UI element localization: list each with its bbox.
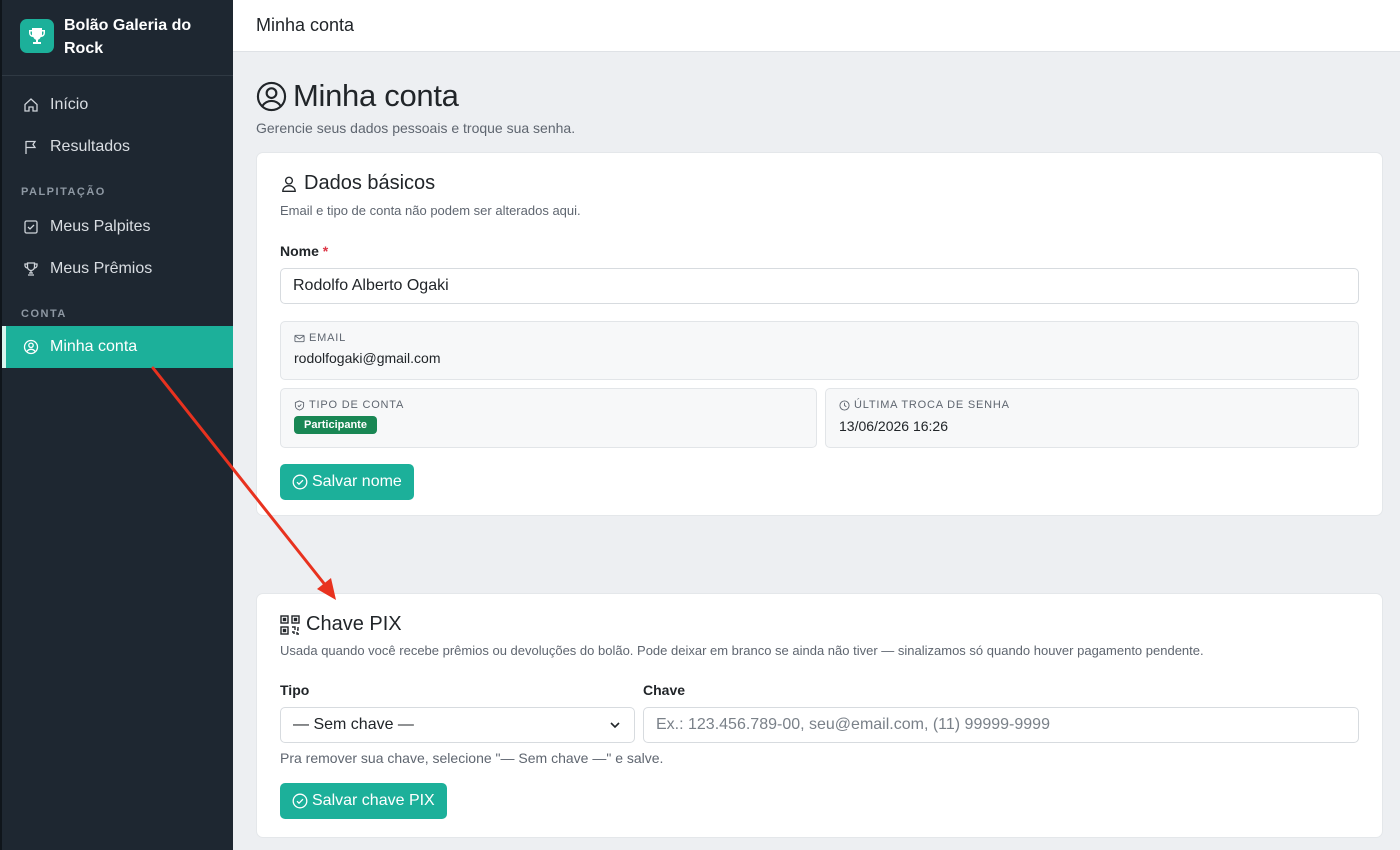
topbar: Minha conta (233, 0, 1400, 52)
account-info-row: TIPO DE CONTA Participante ÚLTIMA TROCA … (280, 388, 1359, 448)
tipo-conta-box: TIPO DE CONTA Participante (280, 388, 817, 448)
nav-section-conta: CONTA (21, 308, 67, 320)
email-label: EMAIL (294, 332, 1345, 344)
pix-help-text: Pra remover sua chave, selecione "— Sem … (280, 750, 664, 766)
sidebar-item-label: Minha conta (50, 338, 138, 355)
brand[interactable]: Bolão Galeria do Rock (2, 0, 233, 76)
trophy-icon (20, 19, 54, 53)
email-label-text: EMAIL (309, 332, 347, 344)
user-circle-icon (22, 338, 40, 356)
card-title-text: Dados básicos (304, 172, 436, 194)
save-pix-button[interactable]: Salvar chave PIX (280, 783, 447, 819)
card-title: Chave PIX (280, 613, 1359, 636)
sidebar-item-resultados[interactable]: Resultados (2, 126, 233, 168)
tipo-conta-label-text: TIPO DE CONTA (309, 399, 405, 411)
chave-label: Chave (643, 682, 686, 698)
card-dados-basicos: Dados básicos Email e tipo de conta não … (256, 152, 1383, 516)
senha-label: ÚLTIMA TROCA DE SENHA (839, 399, 1345, 411)
check-square-icon (22, 218, 40, 236)
qr-code-icon (280, 614, 300, 635)
chevron-down-icon (608, 718, 622, 732)
check-circle-icon (292, 474, 308, 490)
sidebar-item-inicio[interactable]: Início (2, 84, 233, 126)
person-icon (280, 175, 298, 193)
trophy-icon (22, 260, 40, 278)
sidebar-item-meus-premios[interactable]: Meus Prêmios (2, 248, 233, 290)
tipo-label: Tipo (280, 682, 310, 698)
home-icon (22, 96, 40, 114)
sidebar-item-label: Início (50, 96, 89, 113)
chave-input[interactable]: Ex.: 123.456.789-00, seu@email.com, (11)… (643, 707, 1359, 743)
senha-box: ÚLTIMA TROCA DE SENHA 13/06/2026 16:26 (825, 388, 1359, 448)
tipo-conta-label: TIPO DE CONTA (294, 399, 803, 411)
chave-field: Chave Ex.: 123.456.789-00, seu@email.com… (643, 682, 1359, 743)
pix-form-row: Tipo — Sem chave — Chave Ex.: 123.456.78… (280, 682, 1359, 743)
flag-icon (22, 138, 40, 156)
sidebar: Bolão Galeria do Rock Início Resultados … (0, 0, 233, 850)
card-title: Dados básicos (280, 172, 1359, 195)
page-header: Minha conta (256, 78, 1384, 114)
nome-input[interactable]: Rodolfo Alberto Ogaki (280, 268, 1359, 304)
sidebar-item-label: Meus Prêmios (50, 260, 153, 277)
page-subtitle: Gerencie seus dados pessoais e troque su… (256, 120, 576, 136)
sidebar-item-label: Resultados (50, 138, 131, 155)
user-circle-icon (256, 81, 287, 112)
card-description: Email e tipo de conta não podem ser alte… (280, 203, 581, 218)
save-name-button[interactable]: Salvar nome (280, 464, 414, 500)
senha-value: 13/06/2026 16:26 (839, 418, 948, 434)
save-name-label: Salvar nome (312, 473, 402, 490)
tipo-field: Tipo — Sem chave — (280, 682, 635, 743)
tipo-select[interactable]: — Sem chave — (280, 707, 635, 743)
email-value: rodolfogaki@gmail.com (294, 350, 441, 366)
card-description: Usada quando você recebe prêmios ou devo… (280, 643, 1204, 658)
nome-label: Nome * (280, 243, 1359, 259)
account-type-badge: Participante (294, 416, 377, 434)
brand-title: Bolão Galeria do Rock (64, 17, 192, 57)
main-content: Minha conta Gerencie seus dados pessoais… (256, 52, 1384, 838)
chave-placeholder: Ex.: 123.456.789-00, seu@email.com, (11)… (656, 716, 1050, 733)
envelope-icon (294, 333, 305, 344)
clock-icon (839, 399, 850, 411)
sidebar-item-minha-conta[interactable]: Minha conta (2, 326, 233, 368)
topbar-title: Minha conta (256, 15, 355, 35)
nav-section-palpitacao: PALPITAÇÃO (21, 186, 106, 198)
card-chave-pix: Chave PIX Usada quando você recebe prêmi… (256, 593, 1383, 838)
page-title: Minha conta (293, 78, 459, 113)
shield-icon (294, 399, 305, 411)
tipo-selected-value: — Sem chave — (293, 716, 414, 733)
sidebar-item-meus-palpites[interactable]: Meus Palpites (2, 206, 233, 248)
sidebar-item-label: Meus Palpites (50, 218, 151, 235)
nome-label-text: Nome (280, 243, 319, 259)
card-title-text: Chave PIX (306, 613, 402, 635)
required-mark: * (322, 243, 329, 259)
senha-label-text: ÚLTIMA TROCA DE SENHA (854, 399, 1010, 411)
email-box: EMAIL rodolfogaki@gmail.com (280, 321, 1359, 380)
save-pix-label: Salvar chave PIX (312, 792, 435, 809)
check-circle-icon (292, 793, 308, 809)
